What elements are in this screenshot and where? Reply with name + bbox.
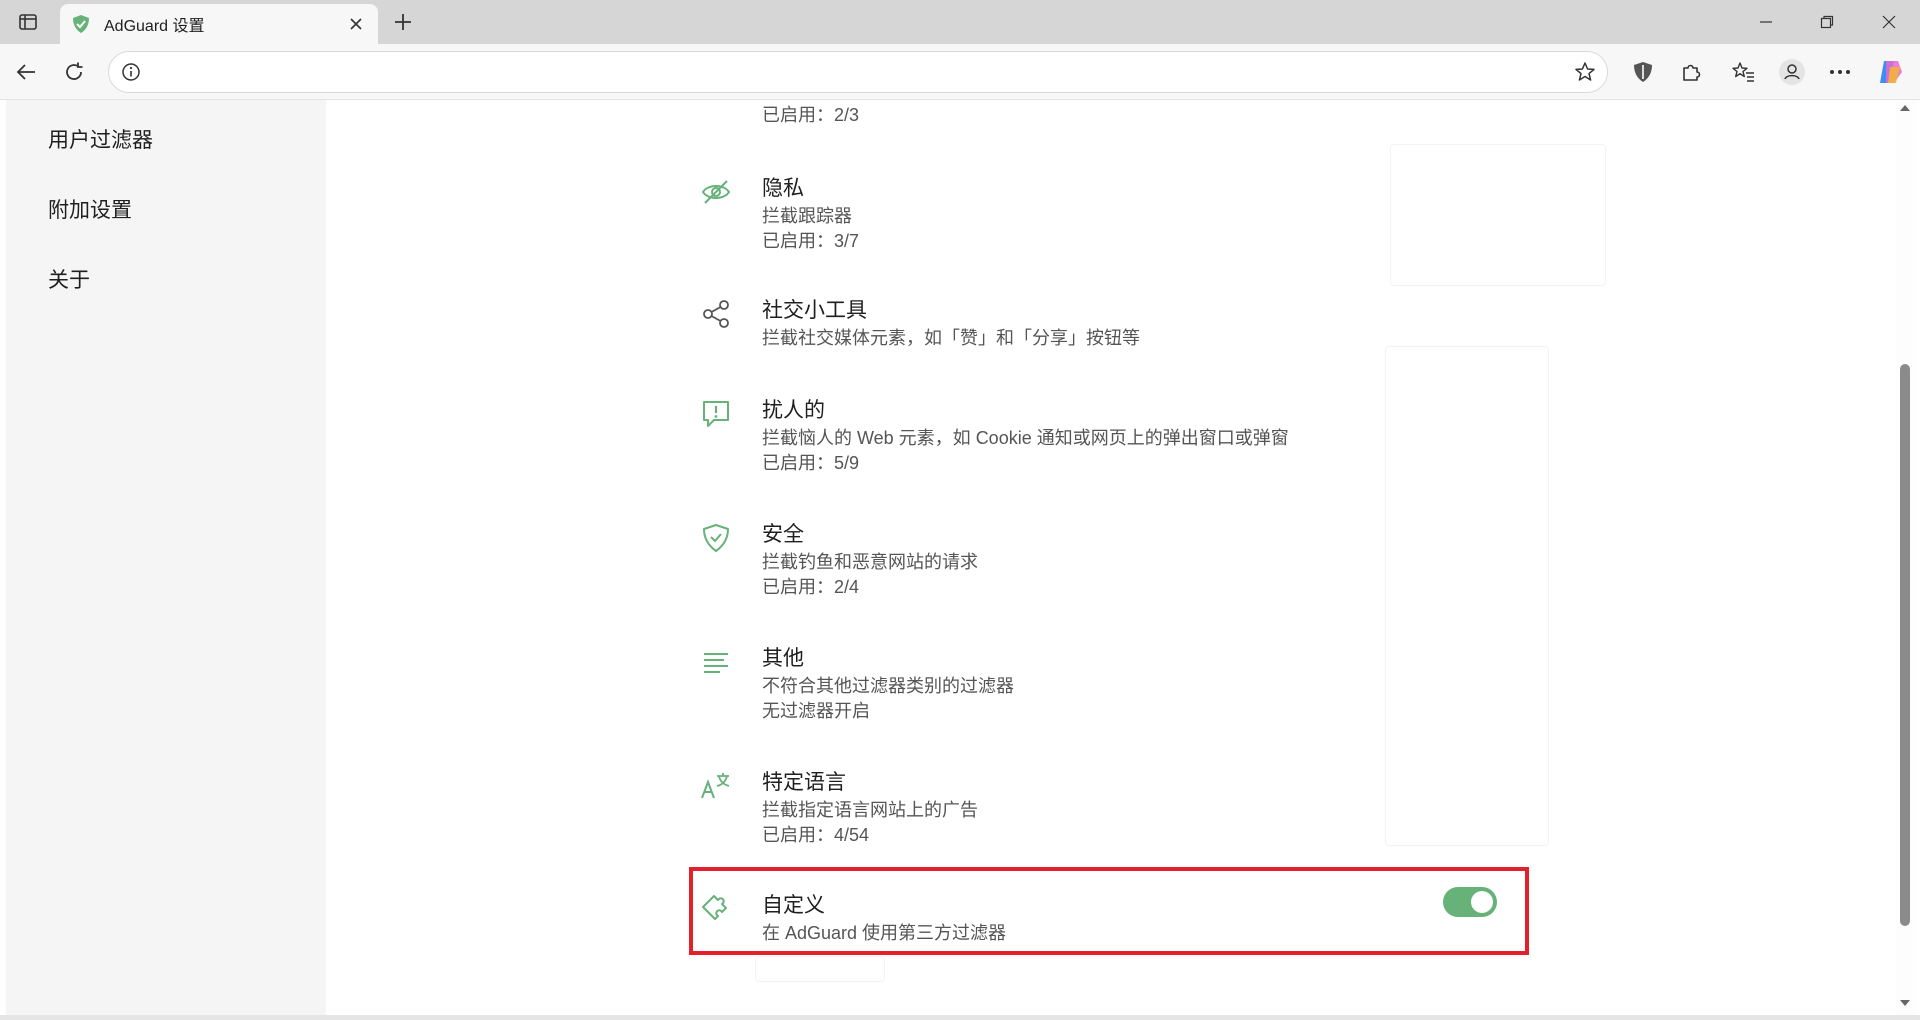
more-menu-icon[interactable]: [1820, 52, 1860, 92]
address-bar[interactable]: [108, 51, 1608, 93]
message-alert-icon: [703, 401, 729, 427]
sidebar-item-user-filters[interactable]: 用户过滤器: [48, 124, 153, 154]
browser-toolbar: [0, 44, 1920, 100]
reload-icon[interactable]: [54, 52, 94, 92]
category-count: 已启用：3/7: [762, 231, 860, 251]
category-count: 无过滤器开启: [762, 701, 870, 721]
category-title: 社交小工具: [762, 299, 867, 322]
category-title: 安全: [762, 523, 804, 546]
placeholder-box: [1390, 144, 1606, 286]
vertical-scrollbar[interactable]: [1896, 100, 1916, 1015]
favorites-icon[interactable]: [1724, 52, 1764, 92]
restore-icon[interactable]: [1797, 0, 1857, 44]
profile-avatar-icon[interactable]: [1772, 52, 1812, 92]
category-title: 隐私: [762, 177, 804, 200]
scrollbar-thumb[interactable]: [1900, 364, 1910, 926]
title-bar: AdGuard 设置: [0, 0, 1920, 44]
back-icon[interactable]: [6, 52, 46, 92]
language-icon: [701, 773, 730, 799]
window-bottom-edge: [0, 1015, 1920, 1020]
copilot-icon[interactable]: [1870, 52, 1910, 92]
site-info-icon[interactable]: [117, 58, 145, 86]
category-description: 拦截跟踪器: [762, 206, 852, 226]
category-description: 拦截恼人的 Web 元素，如 Cookie 通知或网页上的弹出窗口或弹窗: [762, 428, 1289, 448]
eye-slash-icon: [701, 180, 731, 204]
category-count: 已启用：4/54: [762, 825, 870, 845]
placeholder-box: [1385, 346, 1549, 846]
sidebar-item-additional-settings[interactable]: 附加设置: [48, 194, 132, 224]
toggle-knob: [1471, 891, 1493, 913]
partial-category-count: 已启用：2/3: [762, 105, 860, 125]
extensions-puzzle-icon[interactable]: [1671, 52, 1711, 92]
category-title: 扰人的: [762, 399, 825, 422]
scroll-up-arrow-icon[interactable]: [1898, 102, 1912, 114]
category-title: 其他: [762, 647, 804, 670]
new-tab-button[interactable]: [385, 6, 421, 38]
placeholder-box: [755, 956, 885, 982]
sidebar-item-about[interactable]: 关于: [48, 264, 90, 294]
category-description: 拦截钓鱼和恶意网站的请求: [762, 552, 978, 572]
browser-tab[interactable]: AdGuard 设置: [60, 4, 378, 44]
category-description: 不符合其他过滤器类别的过滤器: [762, 676, 1014, 696]
adguard-extension-icon[interactable]: [1623, 52, 1663, 92]
sidebar-toggle-icon[interactable]: [6, 0, 50, 44]
favorite-star-icon[interactable]: [1571, 58, 1599, 86]
category-count: 已启用：5/9: [762, 453, 860, 473]
close-window-icon[interactable]: [1859, 0, 1919, 44]
settings-sidebar: 用户过滤器 附加设置 关于: [6, 100, 326, 1015]
scroll-down-arrow-icon[interactable]: [1898, 997, 1912, 1009]
tab-title: AdGuard 设置: [104, 18, 205, 35]
lines-icon: [704, 653, 728, 673]
adguard-shield-icon: [70, 13, 92, 35]
minimize-icon[interactable]: [1736, 0, 1796, 44]
custom-filter-toggle[interactable]: [1443, 887, 1497, 917]
close-tab-icon[interactable]: [344, 12, 368, 36]
highlight-box: [689, 867, 1529, 955]
category-title: 特定语言: [762, 771, 846, 794]
category-count: 已启用：2/4: [762, 577, 860, 597]
category-description: 拦截指定语言网站上的广告: [762, 800, 978, 820]
category-description: 拦截社交媒体元素，如「赞」和「分享」按钮等: [762, 328, 1140, 348]
share-nodes-icon: [703, 300, 729, 328]
settings-page: 用户过滤器 附加设置 关于 已启用：2/3 隐私 拦截跟踪器 已启用：3/7 社…: [0, 100, 1920, 1020]
shield-check-icon: [703, 524, 729, 552]
